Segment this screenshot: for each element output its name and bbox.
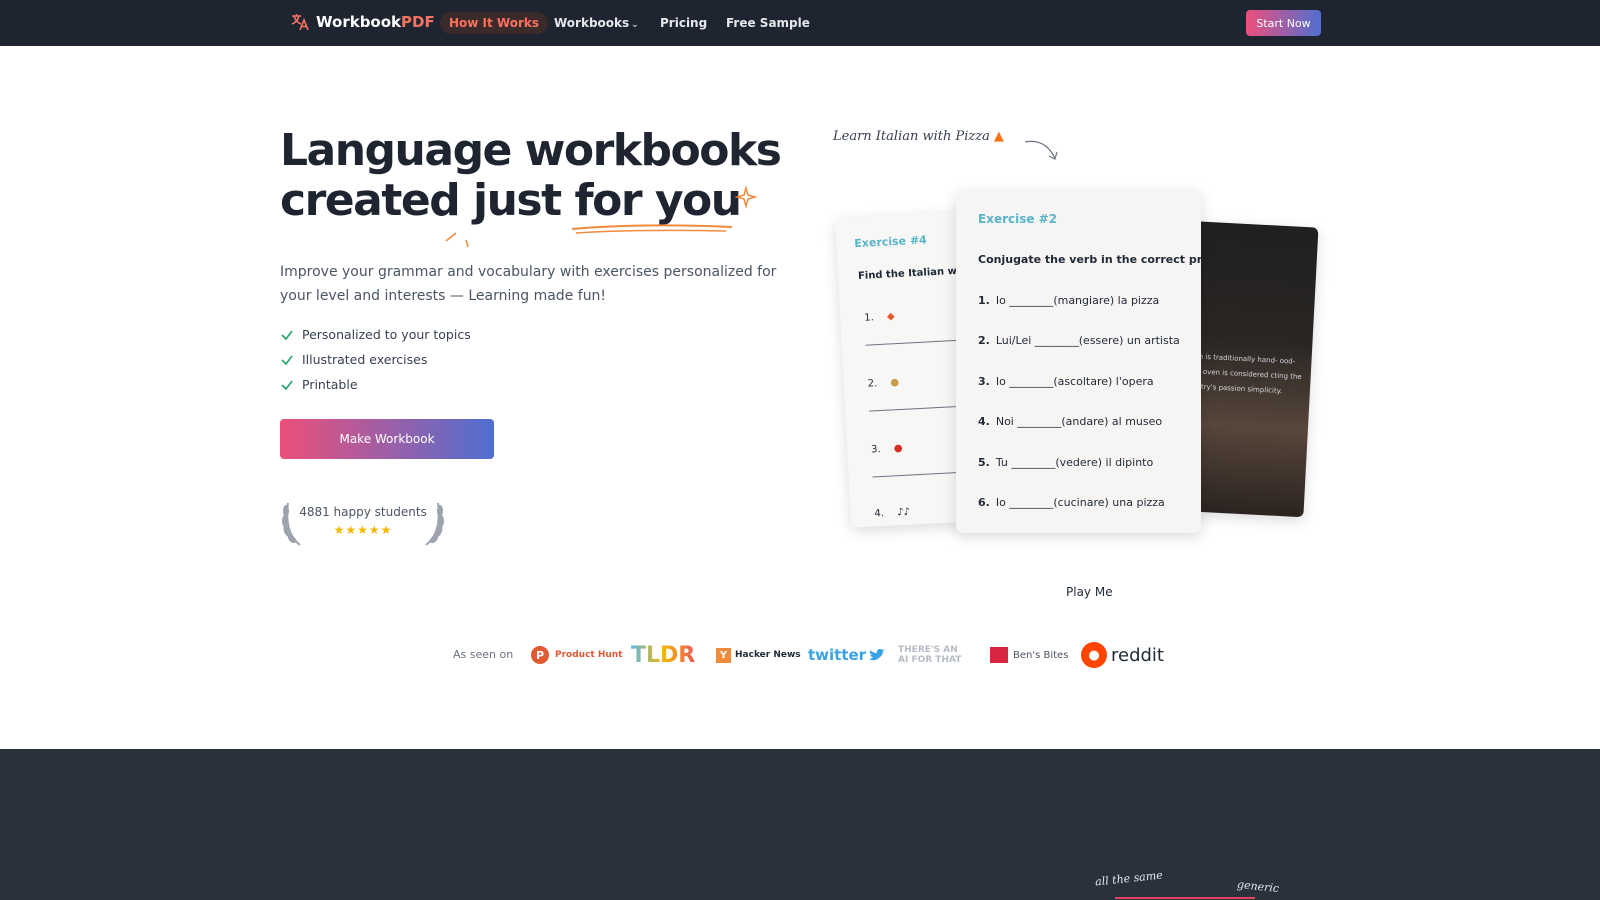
reddit-alien-icon: ● xyxy=(1081,642,1107,668)
question-item: 3. Io ________(ascoltare) l'opera xyxy=(978,375,1154,388)
dark-section xyxy=(0,749,1600,900)
chevron-down-icon: ⌄ xyxy=(631,20,639,30)
list-item: 3. ● xyxy=(870,442,903,456)
exercise-card-2[interactable]: Exercise #2 Conjugate the verb in the co… xyxy=(956,190,1201,533)
tldr-logo[interactable]: TLDR xyxy=(631,640,695,670)
brand-logo[interactable]: WorkbookPDF xyxy=(290,12,435,32)
exercise-title: Exercise #4 xyxy=(854,233,928,251)
list-item: 4. ♪♪ xyxy=(874,506,911,520)
twitter-label: twitter xyxy=(808,646,867,664)
producthunt-label: Product Hunt xyxy=(555,650,623,660)
check-icon xyxy=(281,330,293,340)
laurel-right-icon xyxy=(425,502,444,546)
hackernews-logo[interactable]: Y Hacker News xyxy=(716,640,801,670)
handwritten-note: Learn Italian with Pizza ▲ xyxy=(833,129,1004,144)
check-icon xyxy=(281,380,293,390)
question-item: 4. Noi ________(andare) al museo xyxy=(978,415,1163,428)
tldr-label: TLDR xyxy=(631,642,696,668)
feature-label: Illustrated exercises xyxy=(302,352,428,367)
red-underline xyxy=(1115,897,1255,899)
twitter-bird-icon xyxy=(869,649,886,661)
feature-list: Personalized to your topics Illustrated … xyxy=(280,322,471,397)
exercise-title: Exercise #2 xyxy=(978,212,1058,226)
hero-subtitle: Improve your grammar and vocabulary with… xyxy=(280,264,777,304)
question-item: 2. Lui/Lei ________(essere) un artista xyxy=(978,334,1180,347)
nav-free-sample[interactable]: Free Sample xyxy=(717,12,819,34)
music-note-icon: ♪♪ xyxy=(896,506,911,519)
pizza-icon: ▲ xyxy=(993,129,1004,144)
list-item: 2. ● xyxy=(867,377,900,390)
question-item: 1. Io ________(mangiare) la pizza xyxy=(978,294,1160,307)
as-seen-on-label: As seen on xyxy=(453,648,514,661)
hackernews-label: Hacker News xyxy=(735,650,801,660)
reddit-label: reddit xyxy=(1111,644,1164,666)
brand-name: WorkbookPDF xyxy=(316,13,435,31)
question-item: 5. Tu ________(vedere) il dipinto xyxy=(978,456,1154,469)
theresanaiforthat-logo[interactable]: THERE'S AN AI FOR THAT xyxy=(898,640,961,670)
question-item: 6. Io ________(cucinare) una pizza xyxy=(978,496,1165,509)
producthunt-logo[interactable]: P Product Hunt xyxy=(531,640,623,670)
start-now-button[interactable]: Start Now xyxy=(1246,10,1321,36)
play-me-link[interactable]: Play Me xyxy=(1066,585,1113,599)
nav-pricing[interactable]: Pricing xyxy=(651,12,716,34)
reddit-logo[interactable]: ● reddit xyxy=(1081,640,1164,670)
list-item: 1. ◆ xyxy=(863,311,895,324)
exercise-instruction: Conjugate the verb in the correct presen… xyxy=(978,253,1201,266)
hero-title-line1: Language workbooks xyxy=(280,125,782,176)
bensbites-logo[interactable]: Ben's Bites xyxy=(990,640,1068,670)
theresanaiforthat-label: THERE'S AN AI FOR THAT xyxy=(898,645,962,665)
tomato-icon: ● xyxy=(893,442,903,455)
make-workbook-button[interactable]: Make Workbook xyxy=(280,419,494,459)
producthunt-icon: P xyxy=(531,646,549,664)
curved-arrow-icon xyxy=(1024,140,1058,160)
bensbites-label: Ben's Bites xyxy=(1013,649,1069,661)
palette-icon: ● xyxy=(890,377,900,389)
nav-how-it-works[interactable]: How It Works xyxy=(440,12,549,34)
twitter-logo[interactable]: twitter xyxy=(808,640,886,670)
students-badge: 4881 happy students ★★★★★ xyxy=(280,499,446,547)
translate-icon xyxy=(291,14,309,31)
feature-label: Printable xyxy=(302,377,358,392)
title-underline-doodle xyxy=(445,185,758,248)
feature-item: Printable xyxy=(280,372,471,397)
feature-item: Personalized to your topics xyxy=(280,322,471,347)
feature-item: Illustrated exercises xyxy=(280,347,471,372)
nav-workbooks-label: Workbooks xyxy=(554,16,630,30)
check-icon xyxy=(281,355,293,365)
feature-label: Personalized to your topics xyxy=(302,327,471,342)
top-navbar: WorkbookPDF How It Works Workbooks ⌄ Pric… xyxy=(0,0,1600,46)
bensbites-icon xyxy=(990,647,1008,663)
story-text: ough is traditionally hand- ood-fired ov… xyxy=(1183,351,1302,396)
hackernews-icon: Y xyxy=(716,647,731,663)
nav-workbooks[interactable]: Workbooks ⌄ xyxy=(545,12,648,34)
pizza-icon: ◆ xyxy=(886,311,895,323)
